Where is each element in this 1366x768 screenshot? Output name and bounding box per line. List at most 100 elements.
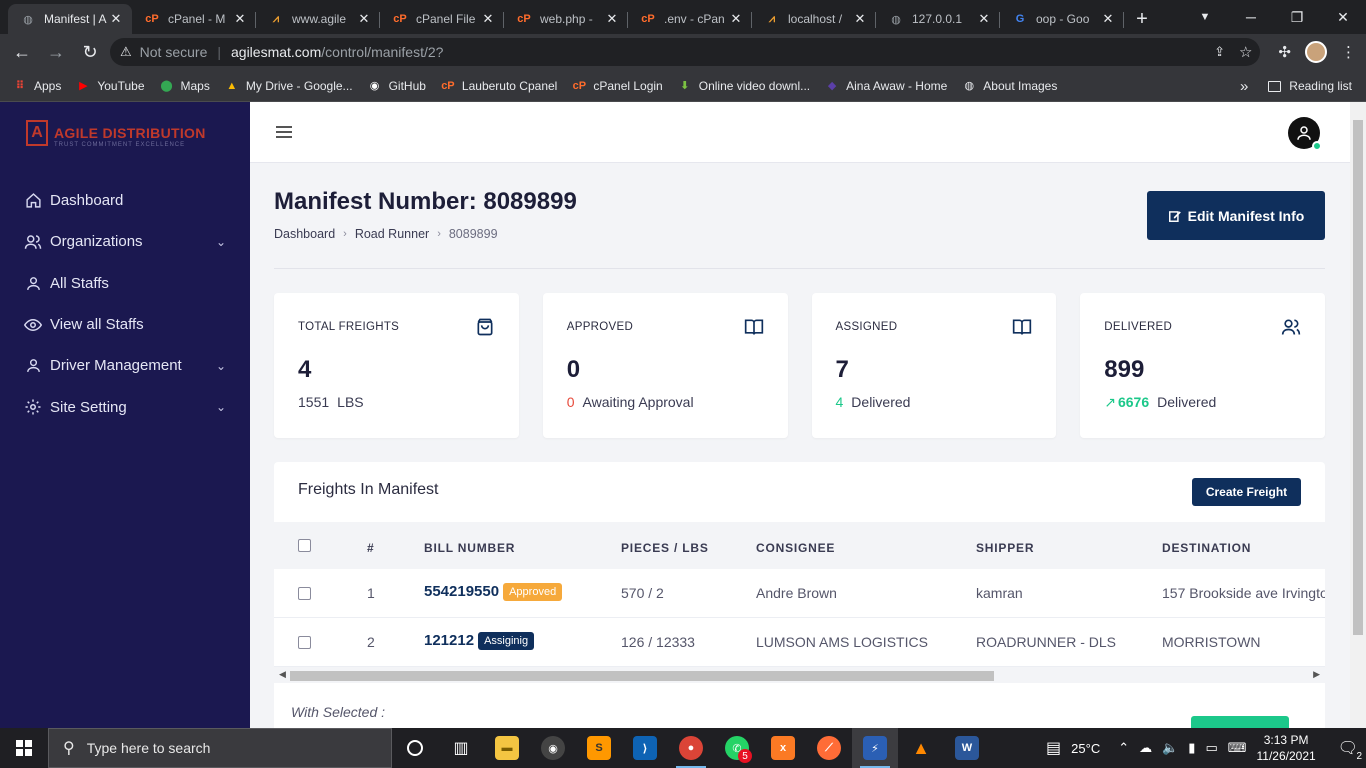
brand-logo[interactable]: A AGILE DISTRIBUTION TRUST COMMITMENT EX…: [26, 120, 206, 148]
bookmark-4[interactable]: ▲ My Drive - Google...: [224, 78, 352, 94]
col-destination[interactable]: DESTINATION: [1162, 541, 1251, 555]
user-avatar[interactable]: [1288, 117, 1322, 151]
show-hidden-icons-icon[interactable]: ⌃: [1118, 740, 1129, 756]
onedrive-icon[interactable]: ☁: [1139, 740, 1152, 756]
bookmark-8[interactable]: ⬇ Online video downl...: [677, 78, 810, 94]
extensions-icon[interactable]: ✣: [1278, 43, 1291, 61]
reading-list-button[interactable]: Reading list: [1268, 79, 1352, 93]
col-shipper[interactable]: SHIPPER: [976, 541, 1034, 555]
battery-icon[interactable]: ▭: [1205, 740, 1217, 756]
row-checkbox[interactable]: [298, 636, 311, 649]
close-tab-icon[interactable]: ✕: [852, 11, 868, 27]
more-bookmarks-icon[interactable]: »: [1240, 78, 1248, 95]
horizontal-scrollbar[interactable]: ◀ ▶: [274, 667, 1325, 683]
weather-icon[interactable]: ▤: [1046, 738, 1061, 758]
network-icon[interactable]: ▮: [1188, 740, 1195, 756]
clock[interactable]: 3:13 PM 11/26/2021: [1257, 732, 1316, 764]
breadcrumb-road-runner[interactable]: Road Runner: [355, 227, 429, 241]
tab-search-icon[interactable]: ▼: [1182, 11, 1228, 23]
close-window-icon[interactable]: ✕: [1320, 9, 1366, 26]
browser-tab-9[interactable]: Goop - Goo ✕: [1000, 4, 1124, 34]
git-icon[interactable]: ⚡: [852, 728, 898, 768]
close-tab-icon[interactable]: ✕: [480, 11, 496, 27]
vertical-scrollbar[interactable]: [1350, 102, 1366, 728]
forward-icon[interactable]: →: [40, 36, 72, 68]
select-all-checkbox[interactable]: [298, 539, 311, 552]
bookmark-5[interactable]: ◉ GitHub: [367, 78, 426, 94]
browser-tab-2[interactable]: cP cPanel - M ✕: [132, 4, 256, 34]
reload-icon[interactable]: ↻: [74, 36, 106, 68]
task-view-icon[interactable]: ▥: [438, 728, 484, 768]
close-tab-icon[interactable]: ✕: [976, 11, 992, 27]
table-row[interactable]: 2 121212 Assiginig 126 / 12333 LUMSON AMS LO…: [274, 618, 1325, 667]
profile-avatar[interactable]: [1305, 41, 1327, 63]
bulk-action-button[interactable]: [1191, 716, 1289, 728]
file-explorer-icon[interactable]: ▬: [484, 728, 530, 768]
scroll-left-icon[interactable]: ◀: [279, 669, 286, 680]
browser-tab-4[interactable]: cP cPanel File ✕: [380, 4, 504, 34]
col-number[interactable]: #: [367, 541, 374, 555]
address-bar[interactable]: ⚠ Not secure | agilesmat.com /control/ma…: [110, 38, 1260, 66]
bookmark-star-icon[interactable]: ☆: [1239, 43, 1252, 61]
xampp-icon[interactable]: x: [760, 728, 806, 768]
sidebar-item-view-all-staffs[interactable]: View all Staffs: [0, 304, 250, 345]
browser-tab-1[interactable]: ◍ Manifest | A ✕: [8, 4, 132, 34]
media-app-icon[interactable]: ◉: [530, 728, 576, 768]
chrome-icon[interactable]: ●: [668, 728, 714, 768]
vlc-icon[interactable]: ▲: [898, 728, 944, 768]
whatsapp-icon[interactable]: ✆ 5: [714, 728, 760, 768]
bookmark-6[interactable]: cP Lauberuto Cpanel: [440, 78, 557, 94]
browser-tab-8[interactable]: ◍ 127.0.0.1 ✕: [876, 4, 1000, 34]
close-tab-icon[interactable]: ✕: [108, 11, 124, 27]
vertical-scrollbar-thumb[interactable]: [1353, 120, 1363, 635]
bookmark-7[interactable]: cP cPanel Login: [571, 78, 663, 94]
edit-manifest-button[interactable]: Edit Manifest Info: [1147, 191, 1325, 240]
weather-temp[interactable]: 25°C: [1071, 741, 1100, 756]
restore-icon[interactable]: ❐: [1274, 9, 1320, 26]
sidebar-item-driver-management[interactable]: Driver Management ⌄: [0, 345, 250, 386]
bookmark-9[interactable]: ◆ Aina Awaw - Home: [824, 78, 947, 94]
cortana-icon[interactable]: [392, 728, 438, 768]
close-tab-icon[interactable]: ✕: [356, 11, 372, 27]
browser-tab-5[interactable]: cP web.php - ✕: [504, 4, 628, 34]
postman-icon[interactable]: ⟋: [806, 728, 852, 768]
sidebar-item-organizations[interactable]: Organizations ⌄: [0, 221, 250, 262]
hamburger-menu-icon[interactable]: [276, 126, 292, 141]
bookmark-2[interactable]: ▶ YouTube: [75, 78, 144, 94]
close-tab-icon[interactable]: ✕: [728, 11, 744, 27]
keyboard-icon[interactable]: ⌨: [1228, 740, 1247, 756]
notifications-icon[interactable]: 🗨 2: [1338, 738, 1362, 762]
sidebar-item-all-staffs[interactable]: All Staffs: [0, 263, 250, 304]
minimize-icon[interactable]: ─: [1228, 9, 1274, 25]
bookmark-3[interactable]: ⬤ Maps: [159, 78, 210, 94]
bookmark-1[interactable]: ⠿ Apps: [12, 78, 62, 94]
back-icon[interactable]: ←: [6, 36, 38, 68]
table-row[interactable]: 1 554219550 Approved 570 / 2 Andre Brown kamr…: [274, 569, 1325, 618]
scrollbar-thumb[interactable]: [290, 671, 994, 681]
browser-tab-3[interactable]: ⩘ www.agile ✕: [256, 4, 380, 34]
close-tab-icon[interactable]: ✕: [1100, 11, 1116, 27]
col-pieces-lbs[interactable]: PIECES / LBS: [621, 541, 709, 555]
col-bill-number[interactable]: BILL NUMBER: [424, 541, 515, 555]
sublime-text-icon[interactable]: S: [576, 728, 622, 768]
col-consignee[interactable]: CONSIGNEE: [756, 541, 835, 555]
vscode-icon[interactable]: ⟩: [622, 728, 668, 768]
word-icon[interactable]: W: [944, 728, 990, 768]
new-tab-button[interactable]: +: [1124, 4, 1160, 34]
sidebar-item-dashboard[interactable]: Dashboard: [0, 180, 250, 221]
bookmark-10[interactable]: ◍ About Images: [961, 78, 1057, 94]
close-tab-icon[interactable]: ✕: [232, 11, 248, 27]
volume-icon[interactable]: 🔈: [1162, 740, 1178, 756]
breadcrumb-dashboard[interactable]: Dashboard: [274, 227, 335, 241]
close-tab-icon[interactable]: ✕: [604, 11, 620, 27]
row-checkbox[interactable]: [298, 587, 311, 600]
create-freight-button[interactable]: Create Freight: [1192, 478, 1301, 506]
menu-dots-icon[interactable]: ⋮: [1341, 43, 1356, 61]
browser-tab-7[interactable]: ⩘ localhost / ✕: [752, 4, 876, 34]
bill-number-link[interactable]: 121212: [424, 632, 474, 649]
share-icon[interactable]: ⇪: [1214, 44, 1225, 60]
scroll-right-icon[interactable]: ▶: [1313, 669, 1320, 680]
browser-tab-6[interactable]: cP .env - cPan ✕: [628, 4, 752, 34]
sidebar-item-site-setting[interactable]: Site Setting ⌄: [0, 386, 250, 427]
taskbar-search[interactable]: ⚲ Type here to search: [48, 728, 392, 768]
